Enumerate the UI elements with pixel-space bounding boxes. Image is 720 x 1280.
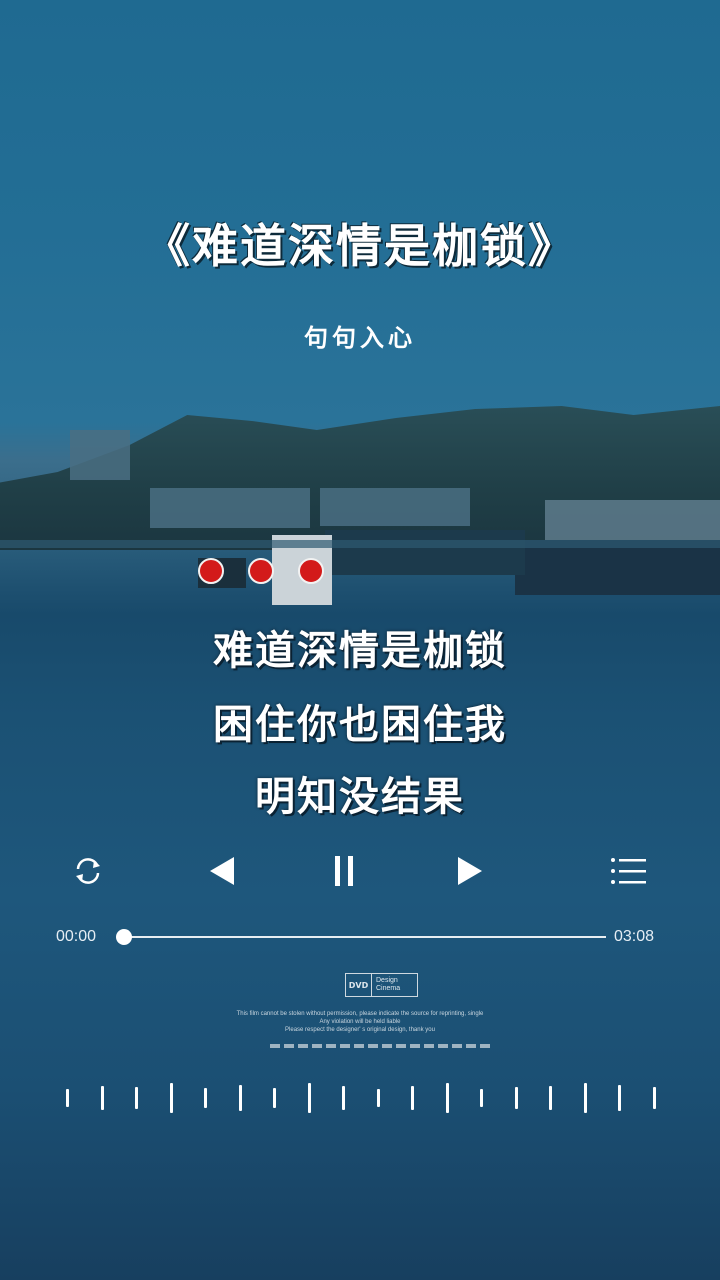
previous-button[interactable]: [196, 845, 248, 897]
visualizer-bar: [549, 1086, 552, 1110]
next-button[interactable]: [444, 845, 496, 897]
copyright-notice: Please respect the designer' s original …: [285, 1027, 435, 1033]
copyright-notice: This film cannot be stolen without permi…: [236, 1011, 484, 1017]
building: [70, 430, 130, 480]
logo-line: Cinema: [376, 985, 401, 992]
waterline: [0, 540, 720, 548]
lyric-line: 困住你也困住我: [213, 702, 507, 748]
visualizer-bar: [342, 1086, 345, 1110]
elapsed-time: 00:00: [56, 928, 97, 945]
audio-visualizer: [0, 1070, 720, 1120]
visualizer-bar: [308, 1083, 311, 1113]
duration-time: 03:08: [614, 928, 655, 945]
visualizer-bar: [377, 1089, 380, 1107]
visualizer-bar: [170, 1083, 173, 1113]
red-light-icon: [298, 558, 324, 584]
lyric-line: 明知没结果: [255, 774, 465, 820]
copyright-notice: Any violation will be held liable: [319, 1019, 401, 1025]
visualizer-bar: [135, 1087, 138, 1109]
progress-handle[interactable]: [116, 929, 132, 945]
visualizer-bar: [653, 1087, 656, 1109]
pause-button[interactable]: [318, 845, 370, 897]
logo-box: DVD: [346, 974, 372, 996]
progress-area: 00:00 03:08: [0, 920, 720, 954]
visualizer-bar: [618, 1085, 621, 1111]
visualizer-bar: [101, 1086, 104, 1110]
visualizer-bar: [480, 1089, 483, 1107]
red-light-icon: [248, 558, 274, 584]
building: [320, 488, 470, 526]
visualizer-bar: [273, 1088, 276, 1108]
visualizer-bar: [66, 1089, 69, 1107]
visualizer-bar: [239, 1085, 242, 1111]
ferry-boat: [545, 500, 720, 545]
harbor-scene: [0, 390, 720, 610]
logo-line: Design: [376, 977, 398, 984]
previous-icon: [210, 857, 234, 885]
visualizer-bar: [584, 1083, 587, 1113]
repeat-button[interactable]: [62, 845, 114, 897]
lyric-line: 难道深情是枷锁: [213, 628, 507, 674]
visualizer-bar: [446, 1083, 449, 1113]
playlist-button[interactable]: [602, 845, 654, 897]
logo-text: Design Cinema: [372, 977, 400, 993]
red-light-icon: [198, 558, 224, 584]
visualizer-bar: [204, 1088, 207, 1108]
next-icon: [458, 857, 482, 885]
watermark-marks: [270, 1044, 490, 1050]
song-title: 《难道深情是枷锁》: [144, 219, 576, 273]
player-controls: [0, 845, 720, 897]
barge: [325, 530, 525, 575]
building: [150, 488, 310, 528]
playlist-icon: [611, 858, 646, 884]
ferry-hull: [515, 540, 720, 595]
song-subtitle: 句句入心: [304, 323, 416, 352]
visualizer-bar: [411, 1086, 414, 1110]
repeat-icon: [76, 858, 100, 884]
design-cinema-logo: DVD Design Cinema: [345, 973, 418, 997]
pause-icon: [335, 856, 353, 886]
visualizer-bar: [515, 1087, 518, 1109]
progress-track[interactable]: [124, 936, 606, 938]
